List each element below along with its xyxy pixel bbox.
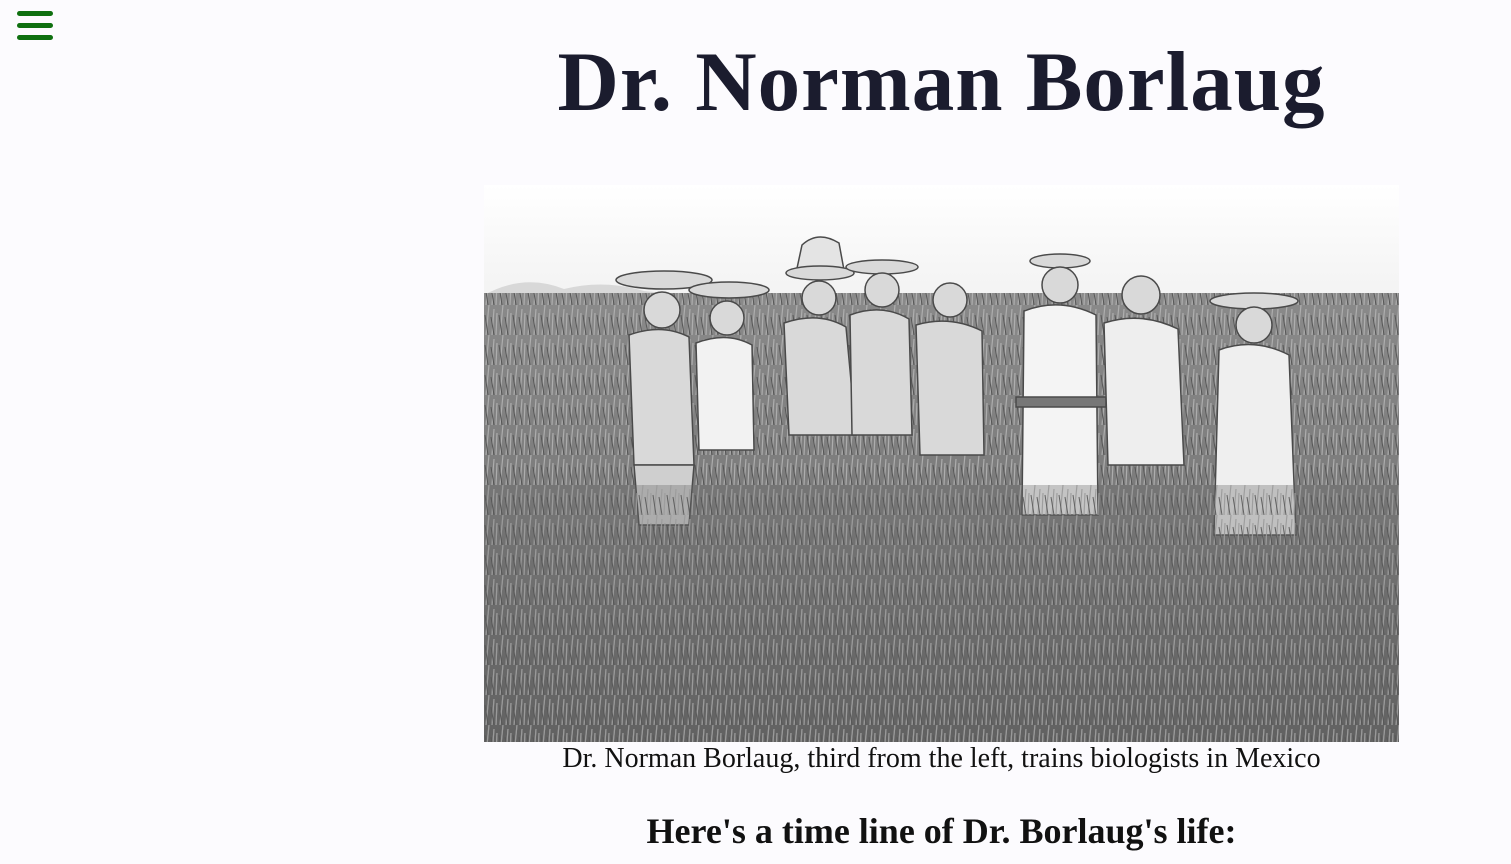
photo-caption: Dr. Norman Borlaug, third from the left,… <box>562 743 1321 774</box>
borlaug-photo <box>484 185 1399 742</box>
hamburger-menu-icon <box>17 11 53 16</box>
page-title: Dr. Norman Borlaug <box>557 35 1326 129</box>
timeline-heading: Here's a time line of Dr. Borlaug's life… <box>646 811 1237 851</box>
menu-button[interactable] <box>15 8 55 44</box>
